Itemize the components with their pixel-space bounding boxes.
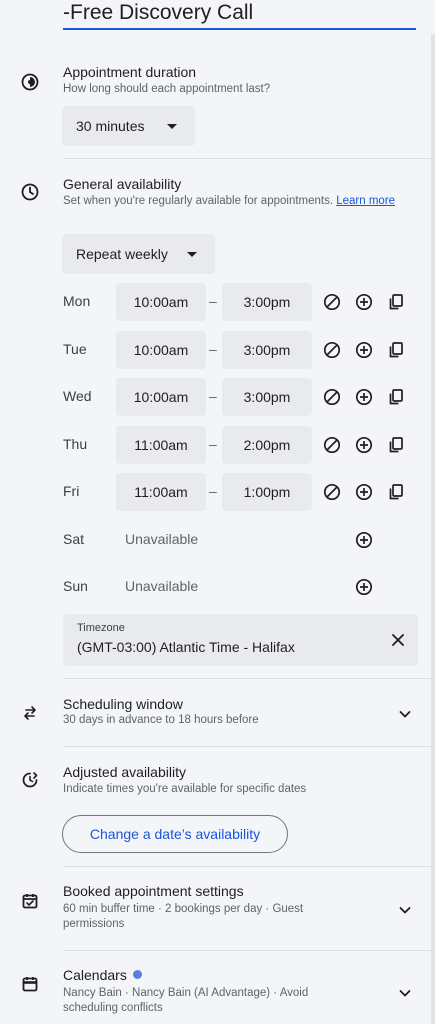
chevron-down-icon[interactable]	[397, 706, 413, 722]
day-label: Wed	[63, 388, 92, 404]
swap-icon	[20, 703, 40, 723]
copy-icon[interactable]	[386, 292, 406, 312]
booked-title: Booked appointment settings	[63, 883, 244, 899]
divider	[63, 866, 431, 867]
block-icon[interactable]	[322, 292, 342, 312]
time-separator: –	[209, 388, 217, 404]
duration-subtitle: How long should each appointment last?	[63, 83, 271, 95]
day-label: Fri	[63, 483, 80, 499]
start-time-field[interactable]: 10:00am	[116, 283, 206, 321]
clock-icon	[20, 182, 40, 202]
repeat-select[interactable]: Repeat weekly	[62, 234, 215, 274]
page-title: -Free Discovery Call	[63, 1, 254, 24]
unavailable-label: Unavailable	[125, 578, 199, 594]
calendar-icon	[20, 974, 40, 994]
timezone-value: (GMT-03:00) Atlantic Time - Halifax	[77, 639, 295, 655]
add-circle-icon[interactable]	[354, 340, 374, 360]
start-time-field[interactable]: 10:00am	[116, 330, 206, 369]
chevron-down-icon[interactable]	[397, 985, 413, 1001]
scheduling-title: Scheduling window	[63, 696, 183, 712]
end-time-field[interactable]: 1:00pm	[222, 473, 312, 511]
divider	[63, 678, 431, 679]
block-icon[interactable]	[322, 435, 342, 455]
repeat-value: Repeat weekly	[76, 246, 168, 262]
booked-subtitle-line1: 60 min buffer time · 2 bookings per day …	[63, 903, 304, 915]
unavailable-label: Unavailable	[125, 530, 199, 547]
scrollbar[interactable]	[431, 34, 435, 1024]
duration-icon	[20, 72, 40, 92]
end-time-field[interactable]: 3:00pm	[222, 330, 312, 369]
add-circle-icon[interactable]	[354, 530, 374, 550]
learn-more-link[interactable]: Learn more	[336, 195, 395, 207]
start-time-field[interactable]: 11:00am	[116, 425, 206, 464]
block-icon[interactable]	[322, 482, 342, 502]
add-circle-icon[interactable]	[354, 387, 374, 407]
chevron-down-icon[interactable]	[397, 902, 413, 918]
day-label: Thu	[63, 435, 88, 452]
duration-value: 30 minutes	[76, 118, 145, 134]
adjusted-subtitle: Indicate times you're available for spec…	[63, 783, 307, 795]
availability-title: General availability	[63, 176, 182, 192]
calendars-subtitle-line2: scheduling conflicts	[63, 1002, 163, 1014]
divider	[63, 158, 431, 159]
block-icon[interactable]	[322, 387, 342, 407]
start-time-field[interactable]: 11:00am	[116, 473, 206, 511]
duration-select[interactable]: 30 minutes	[62, 106, 195, 146]
calendar-check-icon	[20, 891, 40, 911]
divider	[63, 950, 431, 951]
end-time-field[interactable]: 3:00pm	[222, 378, 312, 416]
day-label: Sun	[63, 578, 88, 594]
caret-down-icon	[187, 252, 197, 257]
start-time-field[interactable]: 10:00am	[116, 378, 206, 416]
copy-icon[interactable]	[386, 340, 406, 360]
time-separator: –	[209, 340, 217, 357]
change-date-availability-button[interactable]: Change a date’s availability	[62, 815, 288, 853]
time-separator: –	[209, 293, 217, 309]
end-time-field[interactable]: 2:00pm	[222, 425, 312, 464]
adjusted-title: Adjusted availability	[63, 764, 186, 780]
add-circle-icon[interactable]	[354, 577, 374, 597]
timezone-label: Timezone	[77, 622, 125, 634]
clock-adjust-icon	[20, 770, 40, 790]
time-separator: –	[209, 435, 217, 452]
duration-title: Appointment duration	[63, 64, 197, 80]
availability-subtitle: Set when you're regularly available for …	[63, 194, 408, 209]
calendars-title-text: Calendars	[63, 967, 127, 983]
add-circle-icon[interactable]	[354, 292, 374, 312]
close-icon[interactable]	[388, 630, 408, 650]
booked-subtitle-line2: permissions	[63, 918, 125, 930]
calendars-title: Calendars	[63, 967, 142, 983]
caret-down-icon	[167, 124, 177, 129]
add-circle-icon[interactable]	[354, 482, 374, 502]
title-field[interactable]: -Free Discovery Call	[63, 0, 416, 30]
day-label: Sat	[63, 530, 85, 547]
day-label: Mon	[63, 293, 91, 309]
timezone-field[interactable]: Timezone (GMT-03:00) Atlantic Time - Hal…	[63, 614, 418, 666]
copy-icon[interactable]	[386, 435, 406, 455]
scheduling-subtitle: 30 days in advance to 18 hours before	[63, 714, 259, 726]
availability-subtitle-text: Set when you're regularly available for …	[63, 195, 334, 207]
end-time-field[interactable]: 3:00pm	[222, 283, 312, 321]
day-label: Tue	[63, 340, 87, 357]
block-icon[interactable]	[322, 340, 342, 360]
copy-icon[interactable]	[386, 482, 406, 502]
divider	[63, 746, 431, 747]
copy-icon[interactable]	[386, 387, 406, 407]
calendars-subtitle-line1: Nancy Bain · Nancy Bain (AI Advantage) ·…	[63, 987, 309, 999]
time-separator: –	[209, 483, 217, 499]
status-dot	[132, 970, 142, 979]
add-circle-icon[interactable]	[354, 435, 374, 455]
